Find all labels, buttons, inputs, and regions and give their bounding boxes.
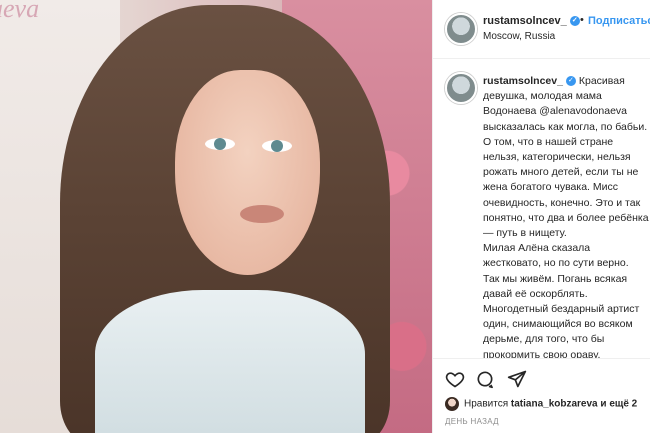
- post-side-panel: rustamsolncev_✓ • Подписаться Moscow, Ru…: [432, 0, 650, 433]
- likes-suffix[interactable]: и ещё 2: [598, 399, 637, 410]
- caption-username[interactable]: rustamsolncev_: [483, 75, 563, 87]
- verified-badge-icon: ✓: [569, 16, 580, 27]
- likes-prefix: Нравится: [464, 398, 511, 410]
- location-link[interactable]: Moscow, Russia: [483, 31, 555, 42]
- caption-avatar[interactable]: [445, 72, 477, 104]
- verified-badge-icon: ✓: [565, 76, 576, 87]
- post-header: rustamsolncev_✓ • Подписаться Moscow, Ru…: [433, 0, 650, 59]
- caption-text: Красивая девушка, молодая мама Водонаева…: [483, 75, 649, 358]
- caption-body: rustamsolncev_ ✓ Красивая девушка, молода…: [483, 74, 650, 358]
- likes-line: Нравится tatiana_kobzareva и ещё 2: [445, 397, 637, 411]
- separator-dot: •: [580, 14, 584, 26]
- post-caption: rustamsolncev_ ✓ Красивая девушка, молода…: [433, 58, 650, 358]
- liker-username[interactable]: tatiana_kobzareva: [511, 399, 598, 410]
- follow-button[interactable]: Подписаться: [588, 15, 650, 27]
- comment-icon[interactable]: [473, 367, 497, 391]
- clothing-shape: [95, 290, 365, 433]
- post-photo[interactable]: aeva: [0, 0, 432, 433]
- watermark-text: aeva: [0, 0, 40, 23]
- liker-avatar[interactable]: [445, 397, 459, 411]
- eye-right: [262, 140, 292, 152]
- header-username[interactable]: rustamsolncev_ ✓: [483, 15, 580, 27]
- heart-icon[interactable]: [443, 367, 467, 391]
- post-timestamp[interactable]: ДЕНЬ НАЗАД: [445, 417, 499, 426]
- face-shape: [175, 70, 320, 275]
- avatar[interactable]: [445, 13, 477, 45]
- post-actions: Нравится tatiana_kobzareva и ещё 2 ДЕНЬ …: [433, 358, 650, 434]
- username-text[interactable]: rustamsolncev_: [483, 15, 567, 27]
- eye-left: [205, 138, 235, 150]
- lips-shape: [240, 205, 284, 223]
- share-icon[interactable]: [505, 367, 529, 391]
